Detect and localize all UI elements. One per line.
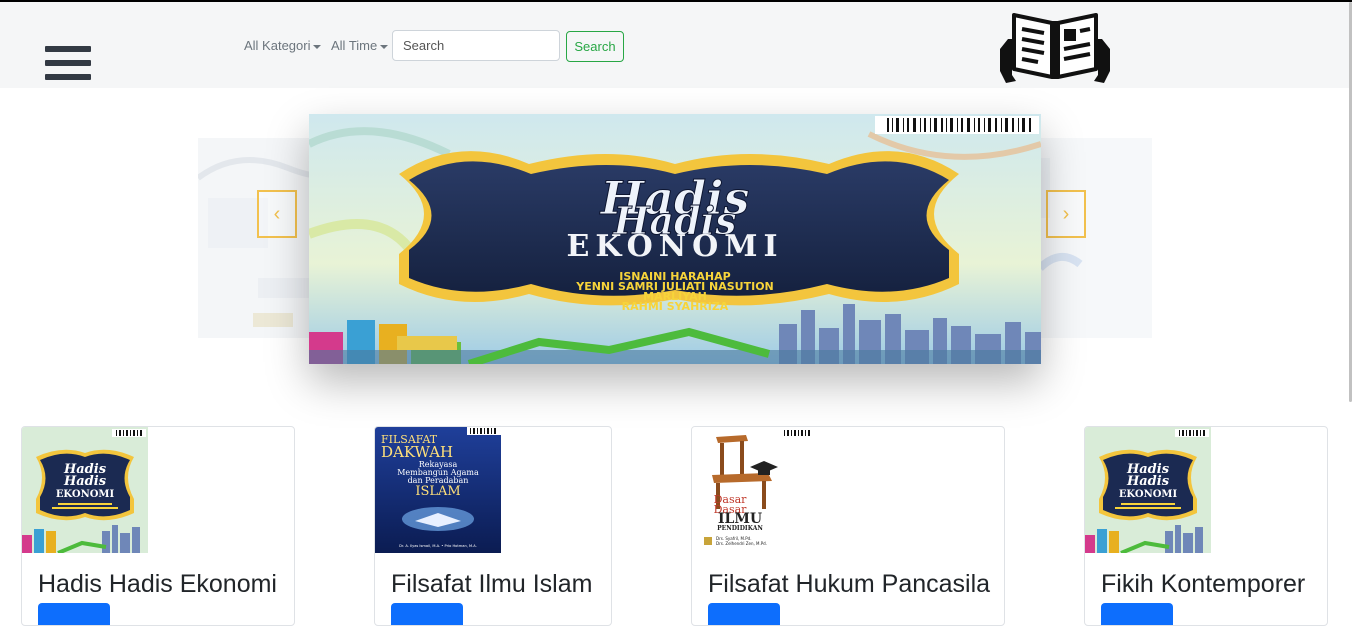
open-book-reader-logo-icon[interactable] [998, 9, 1112, 85]
book-title[interactable]: Filsafat Ilmu Islam [391, 570, 592, 599]
book-card[interactable]: Dasar Dasar ILMU PENDIDIKAN Drs. Syafril… [691, 426, 1005, 626]
book-title[interactable]: Filsafat Hukum Pancasila [708, 570, 990, 599]
thumb-title-line3: EKONOMI [1119, 489, 1178, 500]
book-carousel: ‹ › Hadis Hadis EKONOMI ISNAINI HARAHAP … [0, 88, 1352, 408]
caret-down-icon [380, 44, 389, 49]
chevron-left-icon: ‹ [273, 203, 281, 225]
thumb-authors: Dr. A. Ilyas Ismail, M.A. • Prio Hotman,… [399, 544, 477, 548]
book-card[interactable]: FILSAFAT DAKWAH Rekayasa Membangun Agama… [374, 426, 612, 626]
menu-bar [45, 60, 91, 66]
category-dropdown[interactable]: All Kategori [244, 38, 322, 53]
thumb-title-line2: Hadis [63, 474, 107, 489]
book-cover-thumbnail: Dasar Dasar ILMU PENDIDIKAN Drs. Syafril… [692, 427, 818, 553]
book-action-button[interactable] [38, 603, 110, 625]
book-card[interactable]: Hadis Hadis EKONOMI Fikih Kontemporer [1084, 426, 1328, 626]
book-cover-thumbnail: Hadis Hadis EKONOMI [22, 427, 148, 553]
book-cover-image: Hadis Hadis EKONOMI ISNAINI HARAHAP YENN… [309, 114, 1041, 364]
thumb-title-line2: Hadis [1126, 474, 1170, 489]
carousel-next-button[interactable]: › [1046, 190, 1086, 238]
book-cover-thumbnail: FILSAFAT DAKWAH Rekayasa Membangun Agama… [375, 427, 501, 553]
category-dropdown-label: All Kategori [244, 38, 311, 53]
book-cover-thumbnail: Hadis Hadis EKONOMI [1085, 427, 1211, 553]
carousel-prev-button[interactable]: ‹ [257, 190, 297, 238]
book-card[interactable]: Hadis Hadis EKONOMI Hadis Hadis Ekonomi [21, 426, 295, 626]
book-action-button[interactable] [708, 603, 780, 625]
carousel-active-slide[interactable]: Hadis Hadis EKONOMI ISNAINI HARAHAP YENN… [309, 114, 1041, 364]
search-button[interactable]: Search [566, 31, 624, 62]
book-title[interactable]: Hadis Hadis Ekonomi [38, 570, 277, 599]
menu-icon[interactable] [45, 46, 91, 86]
thumb-subtitle-4: ISLAM [415, 484, 460, 499]
menu-bar [45, 74, 91, 80]
time-dropdown-label: All Time [331, 38, 378, 53]
cover-author-4: RAHMI SYAHRIZA [622, 300, 729, 313]
chevron-right-icon: › [1062, 203, 1070, 225]
thumb-title-line2: DAKWAH [381, 443, 453, 461]
thumb-title-line4: PENDIDIKAN [717, 525, 763, 532]
caret-down-icon [313, 44, 322, 49]
menu-bar [45, 46, 91, 52]
thumb-author-2: Drs. Zelhendri Zen, M.Pd. [716, 541, 767, 546]
book-action-button[interactable] [1101, 603, 1173, 625]
book-title[interactable]: Fikih Kontemporer [1101, 570, 1305, 599]
thumb-title-line3: EKONOMI [56, 489, 115, 500]
book-action-button[interactable] [391, 603, 463, 625]
time-dropdown[interactable]: All Time [331, 38, 389, 53]
navbar: All Kategori All Time Search [0, 2, 1352, 88]
search-input[interactable] [392, 30, 560, 61]
cover-title-line3: EKONOMI [566, 229, 783, 264]
